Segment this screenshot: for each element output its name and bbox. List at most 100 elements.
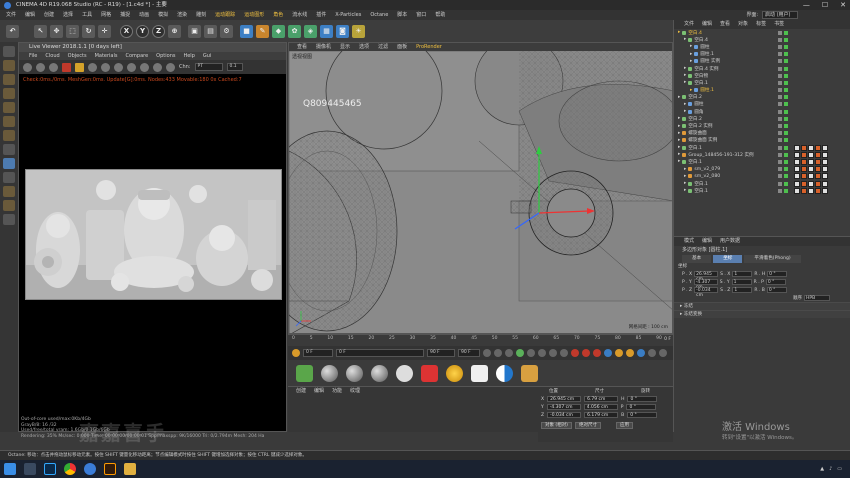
lock-workplane-icon[interactable] <box>3 186 15 197</box>
expand-arrow-icon[interactable]: ▸ <box>684 66 686 71</box>
timeline-ruler[interactable]: 0 5 10 15 20 25 30 35 40 45 50 55 60 65 … <box>288 334 673 346</box>
enable-check-icon[interactable] <box>784 131 788 136</box>
lv-menu-file[interactable]: File <box>29 52 37 60</box>
menu-mesh[interactable]: 网格 <box>101 10 111 20</box>
visibility-flags[interactable] <box>778 145 788 150</box>
octane-camera-icon[interactable] <box>421 364 438 382</box>
object-row[interactable]: ▸ 空白.2 <box>674 94 850 101</box>
menu-snap[interactable]: 捕捉 <box>120 10 130 20</box>
enable-check-icon[interactable] <box>784 145 788 150</box>
visibility-flags[interactable] <box>778 109 788 114</box>
expand-arrow-icon[interactable]: ▸ <box>690 52 692 57</box>
editor-visibility-dot[interactable] <box>778 88 782 93</box>
editor-visibility-dot[interactable] <box>778 159 782 164</box>
lock-icon[interactable] <box>75 62 84 72</box>
object-row[interactable]: ▸ 空白.1 <box>674 180 850 187</box>
enable-check-icon[interactable] <box>784 73 788 78</box>
editor-visibility-dot[interactable] <box>778 73 782 78</box>
material-tag-icon[interactable] <box>808 166 814 173</box>
object-row[interactable]: ▸ 圆柱 <box>674 43 850 50</box>
close-button[interactable]: ✕ <box>840 0 846 10</box>
om-menu-objects[interactable]: 对象 <box>738 20 748 29</box>
visibility-flags[interactable] <box>778 138 788 143</box>
rotation-order-select[interactable]: HPB <box>804 295 830 301</box>
attr-rot-p-field[interactable]: 0 ° <box>765 279 786 285</box>
recent-tool-icon[interactable]: ✛ <box>98 24 111 38</box>
visibility-flags[interactable] <box>778 124 788 129</box>
editor-visibility-dot[interactable] <box>778 116 782 121</box>
visibility-flags[interactable] <box>778 181 788 186</box>
previous-frame-icon[interactable] <box>505 349 513 357</box>
attr-rot-b-field[interactable]: 0 ° <box>766 287 787 293</box>
attr-pos-y-field[interactable]: -4.307 cm <box>693 279 718 290</box>
task-view-icon[interactable] <box>24 463 36 475</box>
start-frame-field[interactable]: 0 F <box>336 349 424 357</box>
object-row[interactable]: ▸ sm_v2_080 <box>674 173 850 180</box>
material-tag-icon[interactable] <box>822 173 828 180</box>
lv-menu-gui[interactable]: Gui <box>203 52 211 60</box>
enable-check-icon[interactable] <box>784 116 788 121</box>
editor-visibility-dot[interactable] <box>778 52 782 57</box>
expand-arrow-icon[interactable]: ▸ <box>678 30 680 35</box>
enable-check-icon[interactable] <box>784 95 788 100</box>
render-view-icon[interactable]: ▣ <box>188 24 201 38</box>
x-axis-toggle[interactable]: X <box>120 24 133 38</box>
channel-select[interactable]: PT <box>194 63 223 71</box>
object-tags[interactable] <box>794 158 828 165</box>
visibility-flags[interactable] <box>778 188 788 193</box>
object-row[interactable]: ▸ 圆柱.1 <box>674 87 850 94</box>
keyframe-selection-icon[interactable] <box>593 349 601 357</box>
editor-visibility-dot[interactable] <box>778 138 782 143</box>
menu-character[interactable]: 角色 <box>273 10 283 20</box>
octane-tag-icon[interactable] <box>815 158 821 165</box>
expand-arrow-icon[interactable]: ▸ <box>684 181 686 186</box>
visibility-flags[interactable] <box>778 80 788 85</box>
perspective-viewport[interactable]: 查看 摄像机 显示 选项 过滤 面板 ProRender 透视视图 Q80944… <box>288 42 673 334</box>
visibility-flags[interactable] <box>778 95 788 100</box>
visibility-flags[interactable] <box>778 37 788 42</box>
material-tag-icon[interactable] <box>822 158 828 165</box>
expand-arrow-icon[interactable]: ▸ <box>678 131 680 136</box>
coord-mode-select[interactable]: 对象 (相对) <box>541 421 572 429</box>
position-y-field[interactable]: -4.307 cm <box>546 404 581 410</box>
glossy-material-icon[interactable] <box>346 364 363 382</box>
scale-icon[interactable]: ⬚ <box>66 24 79 38</box>
layout-select[interactable]: 启动 (用户) <box>762 11 798 19</box>
expand-arrow-icon[interactable]: ▸ <box>684 80 686 85</box>
expand-arrow-icon[interactable]: ▸ <box>690 59 692 64</box>
octane-tag-icon[interactable] <box>815 144 821 151</box>
autokey-icon[interactable] <box>582 349 590 357</box>
freeze-fold[interactable]: ▸ 冻结 <box>674 302 850 310</box>
tweak-mode-icon[interactable] <box>3 158 15 169</box>
object-row[interactable]: ▸ 空白.4 <box>674 36 850 43</box>
vp-menu-cameras[interactable]: 摄像机 <box>316 43 331 51</box>
am-menu-edit[interactable]: 编辑 <box>702 237 712 246</box>
visibility-flags[interactable] <box>778 167 788 172</box>
photoshop-icon[interactable] <box>44 463 56 475</box>
lv-menu-options[interactable]: Options <box>156 52 175 60</box>
octane-tag-icon[interactable] <box>815 151 821 158</box>
menu-animate[interactable]: 动画 <box>139 10 149 20</box>
end-frame-field[interactable]: 90 F <box>427 349 455 357</box>
object-tags[interactable] <box>794 166 828 173</box>
apply-button[interactable]: 应用 <box>615 421 633 429</box>
focus-picker-icon[interactable] <box>127 62 136 72</box>
menu-plugins[interactable]: 插件 <box>316 10 326 20</box>
material-tag-icon[interactable] <box>822 166 828 173</box>
object-row[interactable]: ▸ 圆柱 <box>674 101 850 108</box>
enable-check-icon[interactable] <box>784 174 788 179</box>
rotate-icon[interactable]: ↻ <box>82 24 95 38</box>
menu-mograph[interactable]: 运动图形 <box>244 10 264 20</box>
visibility-flags[interactable] <box>778 30 788 35</box>
expand-arrow-icon[interactable]: ▸ <box>690 44 692 49</box>
octane-tag-icon[interactable] <box>801 187 807 194</box>
expand-arrow-icon[interactable]: ▸ <box>678 95 680 100</box>
octane-tag-icon[interactable] <box>801 166 807 173</box>
editor-visibility-dot[interactable] <box>778 80 782 85</box>
loop-icon[interactable] <box>560 349 568 357</box>
file-explorer-icon[interactable] <box>124 463 136 475</box>
enable-check-icon[interactable] <box>784 44 788 49</box>
editor-visibility-dot[interactable] <box>778 124 782 129</box>
menu-xparticles[interactable]: X-Particles <box>335 10 361 20</box>
enable-check-icon[interactable] <box>784 59 788 64</box>
